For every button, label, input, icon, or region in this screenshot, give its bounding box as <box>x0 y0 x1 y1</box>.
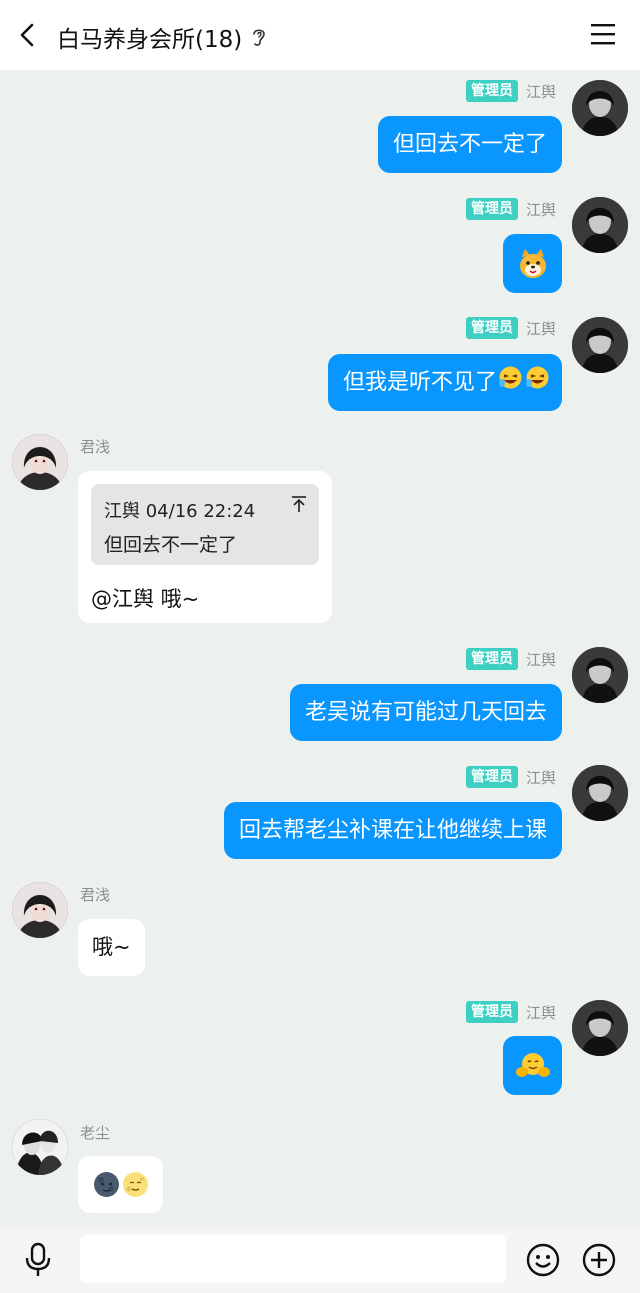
message-meta: 管理员 江舆 <box>465 317 556 339</box>
sender-name: 江舆 <box>525 200 556 219</box>
quote-jump-icon[interactable] <box>291 495 307 518</box>
message-input[interactable] <box>80 1235 506 1283</box>
input-bar <box>0 1227 640 1293</box>
avatar[interactable] <box>572 197 628 253</box>
message-meta: 管理员 江舆 <box>465 80 556 102</box>
laughing-emoji-icon <box>498 355 523 412</box>
sender-name: 江舆 <box>525 319 556 338</box>
menu-icon[interactable] <box>590 21 616 47</box>
admin-badge: 管理员 <box>465 80 518 102</box>
sender-name: 老尘 <box>80 1124 111 1142</box>
sticker-message[interactable] <box>503 1036 562 1095</box>
message-bubble[interactable]: 回去帮老尘补课在让他继续上课 <box>223 802 562 859</box>
avatar[interactable] <box>572 647 628 703</box>
hug-face-icon <box>515 1052 550 1077</box>
quote-text: 但回去不一定了 <box>104 534 238 556</box>
quote-author-time: 江舆 04/16 22:24 <box>104 501 256 522</box>
quoted-message[interactable]: 江舆 04/16 22:24 但回去不一定了 <box>91 484 319 565</box>
back-icon[interactable] <box>14 20 44 50</box>
admin-badge: 管理员 <box>465 1001 518 1023</box>
avatar[interactable] <box>572 765 628 821</box>
dog-face-icon <box>519 248 546 278</box>
new-moon-face-icon <box>93 1172 119 1197</box>
avatar[interactable] <box>572 317 628 373</box>
emoji-icon[interactable] <box>525 1242 561 1278</box>
plus-icon[interactable] <box>581 1242 617 1278</box>
microphone-icon[interactable] <box>22 1242 54 1278</box>
avatar[interactable] <box>572 1000 628 1056</box>
chat-header: 白马养身会所(18) <box>0 0 640 70</box>
message-text: @江舆 哦~ <box>91 587 200 611</box>
sticker-message[interactable] <box>503 234 562 293</box>
message-meta: 管理员 江舆 <box>465 1001 556 1023</box>
avatar[interactable] <box>12 1119 68 1175</box>
message-bubble[interactable]: 老吴说有可能过几天回去 <box>289 684 562 741</box>
message-meta: 管理员 江舆 <box>465 648 556 670</box>
laughing-emoji-icon <box>525 355 550 412</box>
sender-name: 君浅 <box>80 886 111 904</box>
avatar[interactable] <box>12 434 68 490</box>
sender-name: 江舆 <box>525 1003 556 1022</box>
avatar[interactable] <box>12 882 68 938</box>
message-meta: 管理员 江舆 <box>465 198 556 220</box>
message-bubble[interactable] <box>78 1156 163 1213</box>
admin-badge: 管理员 <box>465 317 518 339</box>
chat-area[interactable]: 管理员 江舆 但回去不一定了 管理员 江舆 管理员 江舆 但我是听不见了 君浅 … <box>0 70 640 1227</box>
reply-message-bubble[interactable]: 江舆 04/16 22:24 但回去不一定了 @江舆 哦~ <box>78 471 332 623</box>
sender-name: 江舆 <box>525 650 556 669</box>
ear-icon <box>253 29 266 46</box>
admin-badge: 管理员 <box>465 766 518 788</box>
avatar[interactable] <box>572 80 628 136</box>
admin-badge: 管理员 <box>465 198 518 220</box>
message-bubble[interactable]: 但我是听不见了 <box>327 354 562 412</box>
sender-name: 江舆 <box>525 82 556 101</box>
sender-name: 江舆 <box>525 768 556 787</box>
message-text: 但我是听不见了 <box>342 370 497 395</box>
sender-name: 君浅 <box>80 438 111 456</box>
message-meta: 管理员 江舆 <box>465 766 556 788</box>
full-moon-face-icon <box>122 1172 148 1197</box>
message-bubble[interactable]: 但回去不一定了 <box>377 116 562 173</box>
message-bubble[interactable]: 哦~ <box>78 919 145 976</box>
group-title[interactable]: 白马养身会所(18) <box>57 20 268 54</box>
admin-badge: 管理员 <box>465 648 518 670</box>
group-name: 白马养身会所(18) <box>57 27 243 53</box>
